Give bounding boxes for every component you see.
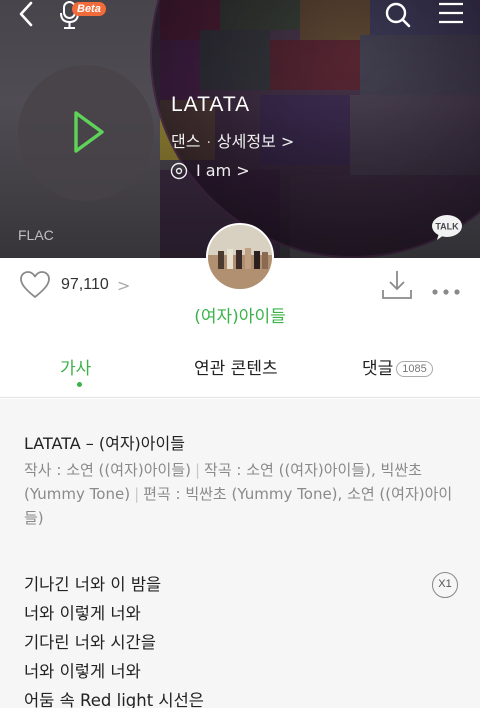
beta-badge: Beta [72, 2, 106, 16]
lyric-line: 기다린 너와 시간을 [24, 633, 156, 652]
like-count[interactable]: 97,110 [61, 276, 109, 294]
search-icon [385, 2, 411, 28]
active-tab-indicator [77, 382, 82, 387]
back-icon [19, 1, 33, 27]
audio-format-label: FLAC [18, 227, 54, 243]
tab-comments-label: 댓글 [362, 359, 394, 379]
tab-lyrics[interactable]: 가사 [60, 354, 91, 379]
lyricist-credit: 작사 : 소연 ((여자)아이들) [24, 461, 191, 479]
top-navigation-bar: Beta [0, 0, 480, 30]
lyric-line: 어둠 속 Red light 시선은 [24, 691, 204, 708]
kakao-talk-icon: TALK [432, 215, 462, 240]
more-options-button[interactable] [431, 282, 461, 295]
content-tabs: 가사 연관 콘텐츠 댓글 1085 [0, 340, 480, 398]
artist-avatar[interactable] [206, 223, 274, 291]
menu-button[interactable] [436, 0, 466, 30]
play-icon [74, 111, 104, 153]
artist-photo [208, 225, 272, 289]
download-icon [382, 271, 412, 299]
tab-comments[interactable]: 댓글 1085 [362, 354, 433, 379]
song-credits: 작사 : 소연 ((여자)아이들) | 작곡 : 소연 ((여자)아이들), 빅싼초… [24, 461, 453, 527]
heart-icon [20, 271, 50, 298]
artist-name[interactable]: (여자)아이들 [0, 302, 480, 327]
lyric-line: 너와 이렇게 너와 [24, 662, 141, 681]
album-link[interactable]: I am > [170, 161, 250, 180]
lyrics-speed-button[interactable]: X1 [432, 572, 458, 598]
album-name: I am > [196, 161, 250, 180]
like-button[interactable] [19, 270, 51, 300]
svg-text:TALK: TALK [435, 222, 459, 232]
more-icon [432, 289, 460, 295]
hero-banner: Beta LATATA 댄스 · 상세정보 > I am > FLAC TALK [0, 0, 480, 258]
genre-label: 댄스 [171, 132, 201, 151]
download-button[interactable] [380, 268, 414, 302]
like-count-chevron[interactable]: > [117, 276, 130, 295]
lyrics-panel: LATATA – (여자)아이들 작사 : 소연 ((여자)아이들) | 작곡 : … [0, 399, 480, 708]
song-title: LATATA [171, 93, 251, 116]
kakao-talk-share-button[interactable]: TALK [431, 214, 463, 242]
search-button[interactable] [382, 0, 414, 30]
album-disc-icon [170, 162, 188, 179]
tab-related-content[interactable]: 연관 콘텐츠 [194, 354, 278, 379]
lyrics-heading: LATATA – (여자)아이들 [24, 434, 185, 453]
back-button[interactable] [12, 0, 42, 30]
lyric-line: 기나긴 너와 이 밤을 [24, 575, 162, 594]
lyric-line: 너와 이렇게 너와 [24, 604, 141, 623]
detail-info-link[interactable]: 상세정보 > [217, 132, 294, 151]
genre-info: 댄스 · 상세정보 > [171, 132, 295, 151]
hamburger-menu-icon [439, 2, 463, 24]
voice-search-button[interactable]: Beta [58, 0, 106, 30]
comment-count-badge: 1085 [396, 361, 433, 377]
play-button[interactable] [18, 65, 154, 201]
lyrics-lines: 기나긴 너와 이 밤을 너와 이렇게 너와 기다린 너와 시간을 너와 이렇게 … [24, 570, 204, 708]
